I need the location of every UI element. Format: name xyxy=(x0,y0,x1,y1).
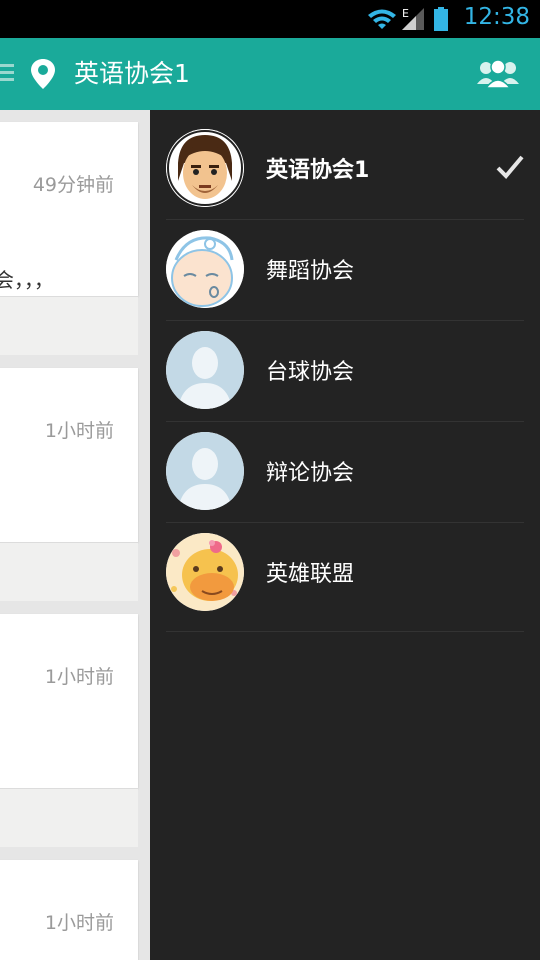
man-face-avatar xyxy=(166,129,244,207)
drawer-item-league-of-legends[interactable]: 英雄联盟 xyxy=(166,522,524,622)
status-icons: E xyxy=(368,7,448,31)
giraffe-avatar xyxy=(166,533,244,611)
network-type-label: E xyxy=(402,7,409,20)
card-footer xyxy=(0,788,138,847)
drawer-item-label: 辩论协会 xyxy=(266,461,355,486)
card-footer xyxy=(0,296,138,355)
drawer-item-debate-association[interactable]: 辩论协会 xyxy=(166,421,524,521)
status-time: 12:38 xyxy=(463,4,530,30)
feed-list: 49分钟前 会，，， 1小时前 1小时前 1小时前 xyxy=(0,110,150,960)
card-timestamp: 1小时前 xyxy=(44,666,114,688)
feed-card[interactable]: 1小时前 xyxy=(0,368,138,542)
card-timestamp: 49分钟前 xyxy=(32,174,114,196)
drawer-item-label: 舞蹈协会 xyxy=(266,259,355,284)
card-text: 会，，， xyxy=(0,268,54,292)
feed-card[interactable]: 1小时前 xyxy=(0,614,138,788)
card-footer xyxy=(0,542,138,601)
feed-card[interactable]: 1小时前 xyxy=(0,860,138,960)
divider xyxy=(166,631,524,632)
location-pin-icon[interactable] xyxy=(30,58,56,90)
feed-card[interactable]: 49分钟前 会，，， xyxy=(0,122,138,296)
page-title: 英语协会1 xyxy=(74,59,190,88)
checkmark-icon xyxy=(496,155,524,179)
association-drawer: 英语协会1 舞蹈协会 台球协会 辩论协会 英雄联盟 xyxy=(150,110,540,960)
drawer-item-dance-association[interactable]: 舞蹈协会 xyxy=(166,219,524,319)
default-person-avatar xyxy=(166,432,244,510)
drawer-item-english-association[interactable]: 英语协会1 xyxy=(166,118,524,218)
drawer-item-label: 英语协会1 xyxy=(266,158,370,183)
wifi-icon xyxy=(368,9,396,29)
baby-avatar xyxy=(166,230,244,308)
menu-icon[interactable] xyxy=(0,62,16,84)
drawer-item-label: 台球协会 xyxy=(266,360,355,385)
drawer-item-billiards-association[interactable]: 台球协会 xyxy=(166,320,524,420)
drawer-item-label: 英雄联盟 xyxy=(266,562,355,587)
group-members-icon[interactable] xyxy=(476,58,520,90)
card-timestamp: 1小时前 xyxy=(44,912,114,934)
battery-icon xyxy=(434,7,448,31)
card-timestamp: 1小时前 xyxy=(44,420,114,442)
action-bar: 英语协会1 xyxy=(0,38,540,110)
default-person-avatar xyxy=(166,331,244,409)
status-bar: E 12:38 xyxy=(0,0,540,38)
